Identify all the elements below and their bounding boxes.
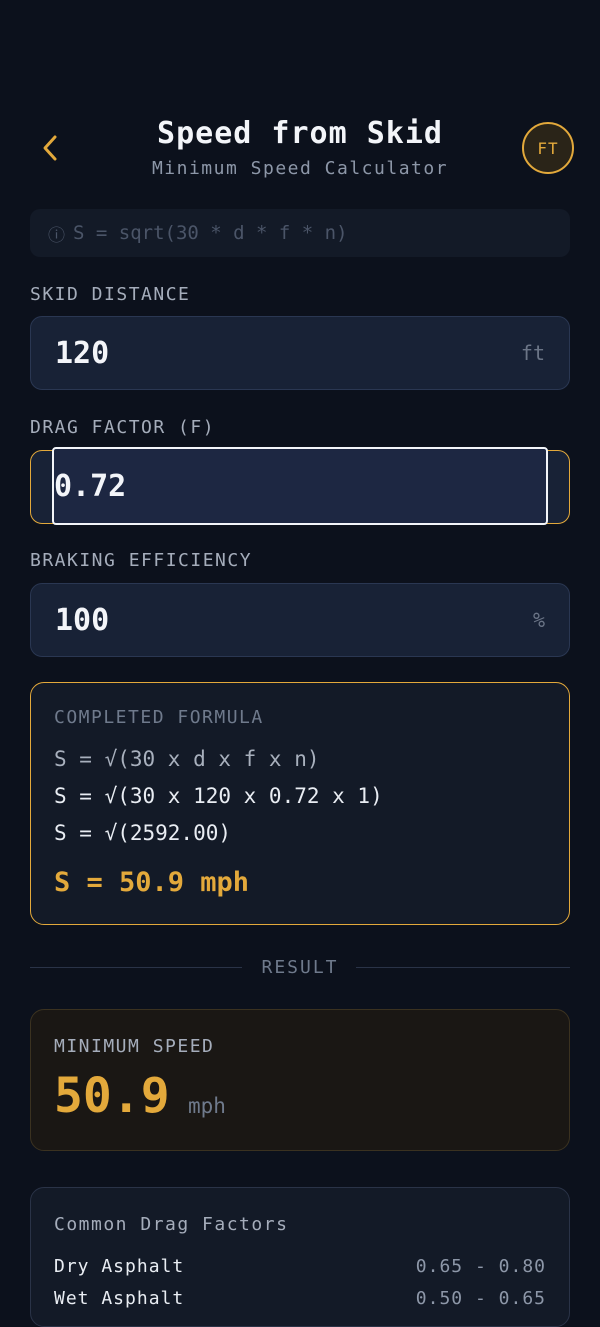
drag-factor-label: DRAG FACTOR (F) [30,417,216,438]
minimum-speed-value: 50.9 [54,1068,170,1124]
divider-line-right [356,967,570,968]
skid-distance-value[interactable]: 120 [55,317,109,389]
list-item: Dry Asphalt 0.65 - 0.80 [54,1256,546,1286]
page-subtitle: Minimum Speed Calculator [151,158,449,179]
drag-factor-input[interactable]: 0.72 [52,447,548,525]
drag-factors-card: Common Drag Factors Dry Asphalt 0.65 - 0… [30,1187,570,1327]
minimum-speed-unit: mph [188,1094,226,1118]
braking-efficiency-field[interactable]: 100 % [30,583,570,657]
page-title: Speed from Skid [157,116,443,151]
braking-efficiency-unit: % [532,608,545,632]
drag-factors-title: Common Drag Factors [54,1214,289,1235]
formula-line-generic: S = √(30 x d x f x n) [54,747,320,771]
result-divider: RESULT [30,955,570,981]
minimum-speed-card: MINIMUM SPEED 50.9 mph [30,1009,570,1151]
minimum-speed-label: MINIMUM SPEED [54,1036,215,1057]
skid-distance-unit: ft [520,341,545,365]
drag-factor-range: 0.65 - 0.80 [415,1256,546,1277]
drag-factor-surface: Dry Asphalt [54,1256,185,1277]
completed-formula-label: COMPLETED FORMULA [54,707,264,728]
info-icon: ⓘ [48,225,65,246]
drag-factor-field[interactable]: 0.72 [30,447,570,525]
formula-hint-text: S = sqrt(30 * d * f * n) [73,222,348,244]
formula-hint: ⓘ S = sqrt(30 * d * f * n) [30,209,570,257]
header: Speed from Skid Minimum Speed Calculator… [0,100,600,200]
formula-line-substituted: S = √(30 x 120 x 0.72 x 1) [54,784,383,808]
braking-efficiency-value[interactable]: 100 [55,584,109,656]
braking-efficiency-label: BRAKING EFFICIENCY [30,550,253,571]
completed-formula-card: COMPLETED FORMULA S = √(30 x d x f x n) … [30,682,570,925]
list-item: Wet Asphalt 0.50 - 0.65 [54,1288,546,1318]
skid-distance-field[interactable]: 120 ft [30,316,570,390]
skid-distance-label: SKID DISTANCE [30,284,191,305]
unit-toggle-button[interactable]: FT [522,122,574,174]
formula-result: S = 50.9 mph [54,867,250,898]
formula-line-product: S = √(2592.00) [54,821,232,845]
